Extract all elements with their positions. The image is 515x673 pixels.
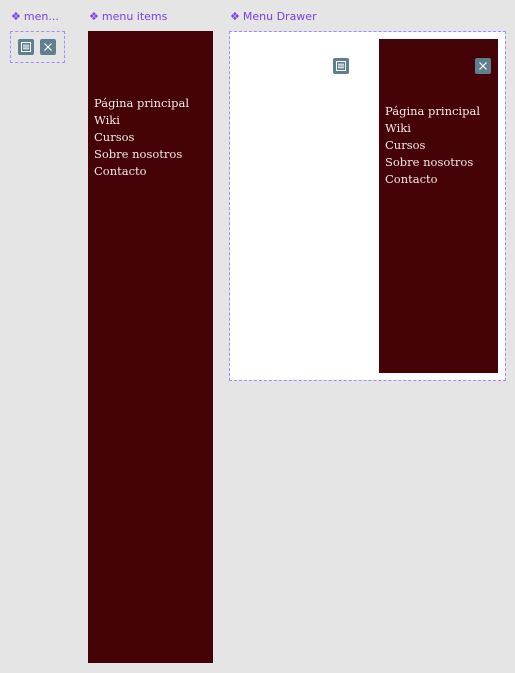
component-label-text: men... (23, 10, 59, 23)
component-label-text: menu items (101, 10, 168, 23)
component-diamond-icon: ❖ (230, 10, 240, 23)
hamburger-icon[interactable] (18, 39, 34, 55)
drawer-item-wiki[interactable]: Wiki (385, 120, 480, 137)
menu-item-cursos[interactable]: Cursos (94, 129, 189, 146)
component-label-text: Menu Drawer (242, 10, 317, 23)
drawer-item-sobre-nosotros[interactable]: Sobre nosotros (385, 154, 480, 171)
component-label-menu-buttons: ❖ men... (11, 10, 59, 24)
menu-items-panel: Página principal Wiki Cursos Sobre nosot… (88, 31, 213, 663)
component-diamond-icon: ❖ (89, 10, 99, 23)
menu-drawer-panel: Página principal Wiki Cursos Sobre nosot… (379, 39, 498, 373)
menu-items-list: Página principal Wiki Cursos Sobre nosot… (94, 95, 189, 180)
drawer-item-contacto[interactable]: Contacto (385, 171, 480, 188)
menu-item-sobre-nosotros[interactable]: Sobre nosotros (94, 146, 189, 163)
hamburger-icon[interactable] (333, 58, 349, 74)
menu-item-contacto[interactable]: Contacto (94, 163, 189, 180)
menu-item-pagina-principal[interactable]: Página principal (94, 95, 189, 112)
menu-item-wiki[interactable]: Wiki (94, 112, 189, 129)
drawer-item-pagina-principal[interactable]: Página principal (385, 103, 480, 120)
close-icon[interactable] (475, 58, 491, 74)
component-diamond-icon: ❖ (11, 10, 21, 23)
component-label-menu-drawer: ❖ Menu Drawer (230, 10, 317, 24)
component-label-menu-items: ❖ menu items (89, 10, 167, 24)
close-icon[interactable] (40, 39, 56, 55)
drawer-item-cursos[interactable]: Cursos (385, 137, 480, 154)
menu-drawer-list: Página principal Wiki Cursos Sobre nosot… (385, 103, 480, 188)
